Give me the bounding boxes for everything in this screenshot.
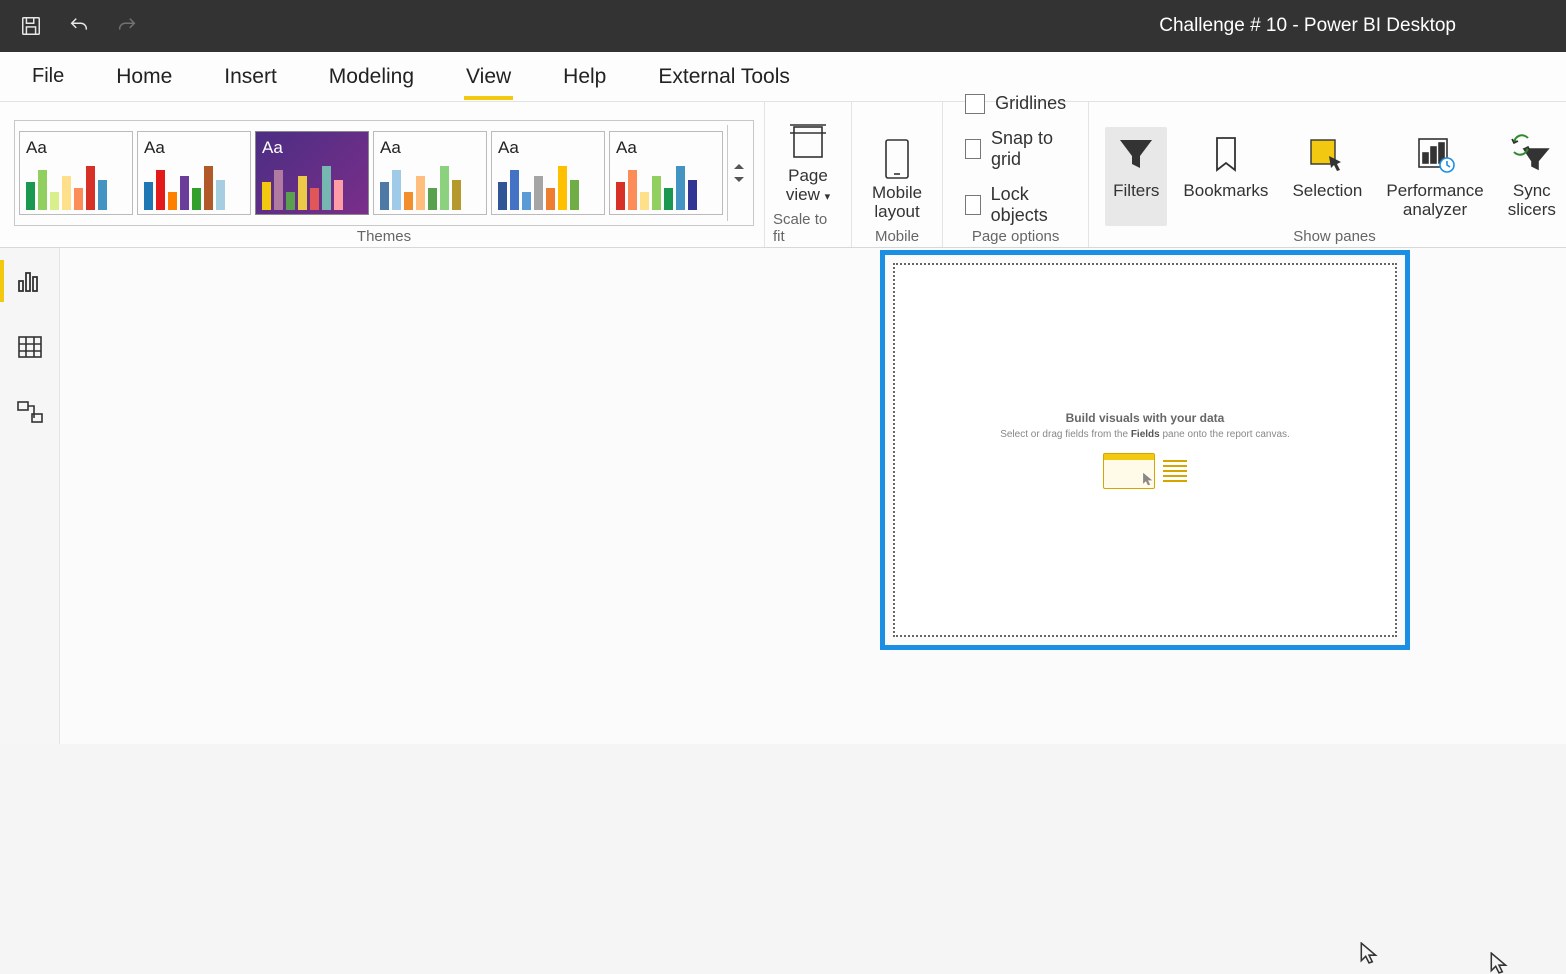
sync-slicers-button[interactable]: Sync slicers bbox=[1500, 127, 1564, 226]
title-bar: Challenge # 10 - Power BI Desktop bbox=[0, 0, 1566, 52]
checkbox-icon bbox=[965, 195, 981, 215]
ribbon: Aa Aa Aa Aa Aa Aa Themes Page view ▾ Scale to… bbox=[0, 102, 1566, 248]
menu-home[interactable]: Home bbox=[114, 55, 174, 99]
model-view-button[interactable] bbox=[14, 398, 46, 428]
mobile-layout-label: Mobile layout bbox=[872, 183, 922, 222]
left-view-rail bbox=[0, 248, 60, 744]
snap-label: Snap to grid bbox=[991, 128, 1066, 170]
undo-icon[interactable] bbox=[68, 15, 90, 37]
selection-label: Selection bbox=[1292, 181, 1362, 201]
page-view-label: Page view ▾ bbox=[786, 166, 830, 205]
mobile-layout-button[interactable]: Mobile layout bbox=[860, 135, 934, 226]
ribbon-group-mobile: Mobile layout Mobile bbox=[852, 102, 943, 247]
selection-pane-button[interactable]: Selection bbox=[1284, 127, 1370, 226]
performance-icon bbox=[1413, 133, 1457, 175]
theme-bars bbox=[144, 166, 244, 210]
redo-icon bbox=[116, 15, 138, 37]
theme-thumbnail[interactable]: Aa bbox=[373, 131, 487, 215]
report-canvas[interactable]: Build visuals with your data Select or d… bbox=[60, 248, 1566, 744]
save-icon[interactable] bbox=[20, 15, 42, 37]
theme-sample-text: Aa bbox=[262, 138, 362, 158]
bookmarks-label: Bookmarks bbox=[1183, 181, 1268, 201]
placeholder-illustration bbox=[1103, 453, 1187, 489]
selection-icon bbox=[1305, 133, 1349, 175]
lock-label: Lock objects bbox=[991, 184, 1066, 226]
data-view-button[interactable] bbox=[14, 332, 46, 362]
theme-bars bbox=[616, 166, 716, 210]
sync-slicers-label: Sync slicers bbox=[1508, 181, 1556, 220]
theme-bars bbox=[498, 166, 598, 210]
group-label-mobile: Mobile bbox=[875, 228, 919, 245]
window-title: Challenge # 10 - Power BI Desktop bbox=[138, 15, 1546, 37]
ribbon-group-themes: Aa Aa Aa Aa Aa Aa Themes bbox=[0, 102, 765, 247]
checkbox-icon bbox=[965, 139, 981, 159]
page-view-button[interactable]: Page view ▾ bbox=[773, 118, 843, 209]
theme-thumbnail[interactable]: Aa bbox=[609, 131, 723, 215]
group-label-scale: Scale to fit bbox=[773, 211, 843, 245]
lock-objects-checkbox[interactable]: Lock objects bbox=[965, 184, 1066, 226]
placeholder-subtitle: Select or drag fields from the Fields pa… bbox=[1000, 428, 1290, 441]
theme-bars bbox=[262, 166, 362, 210]
theme-thumbnail[interactable]: Aa bbox=[491, 131, 605, 215]
theme-thumbnail[interactable]: Aa bbox=[19, 131, 133, 215]
placeholder-list-icon bbox=[1163, 453, 1187, 489]
checkbox-icon bbox=[965, 94, 985, 114]
bookmark-icon bbox=[1204, 133, 1248, 175]
sync-slicers-icon bbox=[1510, 133, 1554, 175]
page-view-icon bbox=[785, 122, 831, 162]
ribbon-group-page-options: Gridlines Snap to grid Lock objects Page… bbox=[943, 102, 1089, 247]
theme-gallery: Aa Aa Aa Aa Aa Aa bbox=[14, 120, 754, 226]
bookmarks-pane-button[interactable]: Bookmarks bbox=[1175, 127, 1276, 226]
report-view-button[interactable] bbox=[14, 266, 46, 296]
theme-bars bbox=[26, 166, 126, 210]
cursor-icon bbox=[1360, 942, 1378, 964]
menu-view[interactable]: View bbox=[464, 55, 513, 99]
theme-bars bbox=[380, 166, 480, 210]
theme-sample-text: Aa bbox=[144, 138, 244, 158]
theme-sample-text: Aa bbox=[26, 138, 126, 158]
menu-file[interactable]: File bbox=[30, 55, 66, 98]
placeholder-window-icon bbox=[1103, 453, 1155, 489]
filters-label: Filters bbox=[1113, 181, 1159, 201]
selected-page-frame[interactable]: Build visuals with your data Select or d… bbox=[880, 250, 1410, 650]
theme-sample-text: Aa bbox=[498, 138, 598, 158]
theme-thumbnail[interactable]: Aa bbox=[137, 131, 251, 215]
workspace: Build visuals with your data Select or d… bbox=[0, 248, 1566, 744]
snap-to-grid-checkbox[interactable]: Snap to grid bbox=[965, 128, 1066, 170]
mobile-icon bbox=[874, 139, 920, 179]
menu-bar: File Home Insert Modeling View Help Exte… bbox=[0, 52, 1566, 102]
gridlines-label: Gridlines bbox=[995, 93, 1066, 114]
theme-sample-text: Aa bbox=[380, 138, 480, 158]
placeholder-title: Build visuals with your data bbox=[1066, 411, 1225, 425]
menu-modeling[interactable]: Modeling bbox=[327, 55, 416, 99]
menu-help[interactable]: Help bbox=[561, 55, 608, 99]
performance-analyzer-button[interactable]: Performance analyzer bbox=[1378, 127, 1491, 226]
group-label-page-options: Page options bbox=[972, 228, 1060, 245]
gridlines-checkbox[interactable]: Gridlines bbox=[965, 93, 1066, 114]
filters-pane-button[interactable]: Filters bbox=[1105, 127, 1167, 226]
cursor-icon bbox=[1490, 952, 1508, 974]
filter-icon bbox=[1114, 133, 1158, 175]
performance-label: Performance analyzer bbox=[1386, 181, 1483, 220]
group-label-show-panes: Show panes bbox=[1293, 228, 1376, 245]
theme-sample-text: Aa bbox=[616, 138, 716, 158]
ribbon-group-show-panes: Filters Bookmarks Selection Performance … bbox=[1089, 102, 1566, 247]
page-placeholder: Build visuals with your data Select or d… bbox=[893, 263, 1397, 637]
menu-insert[interactable]: Insert bbox=[222, 55, 279, 99]
menu-external-tools[interactable]: External Tools bbox=[656, 55, 792, 99]
ribbon-group-scale: Page view ▾ Scale to fit bbox=[765, 102, 852, 247]
theme-thumbnail[interactable]: Aa bbox=[255, 131, 369, 215]
group-label-themes: Themes bbox=[357, 228, 411, 245]
theme-gallery-expand[interactable] bbox=[727, 125, 749, 221]
